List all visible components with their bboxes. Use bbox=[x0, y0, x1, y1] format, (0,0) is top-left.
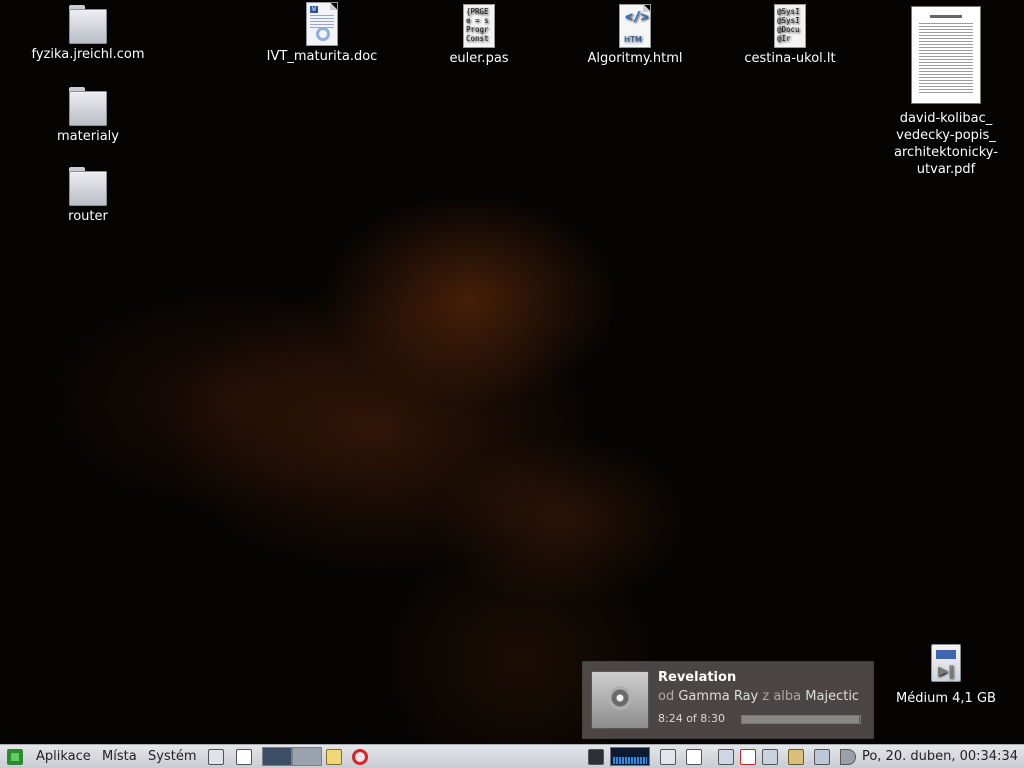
track-progress-bar bbox=[741, 715, 861, 724]
music-notification[interactable]: Revelation od Gamma Ray z alba Majectic … bbox=[583, 662, 873, 738]
clipboard-icon[interactable] bbox=[718, 749, 734, 765]
screenshot-icon[interactable] bbox=[660, 749, 676, 765]
menu-places[interactable]: Místa bbox=[98, 745, 141, 768]
text-document-icon: @SysI @SysI @Docu @Ir bbox=[774, 4, 806, 48]
artist-name: Gamma Ray bbox=[678, 689, 759, 704]
word-document-icon: W bbox=[306, 2, 338, 46]
pdf-thumbnail-icon bbox=[911, 6, 981, 104]
album-cover-icon bbox=[591, 671, 649, 729]
network-manager-icon[interactable] bbox=[762, 749, 778, 765]
icon-label: Algoritmy.html bbox=[587, 51, 683, 66]
desktop-icon-pdf[interactable]: david-kolibac_ vedecky-popis_ architekto… bbox=[890, 6, 1002, 178]
gnome-foot-icon[interactable] bbox=[7, 749, 23, 765]
menu-applications[interactable]: Aplikace bbox=[32, 745, 95, 768]
text-editor-icon[interactable] bbox=[236, 749, 252, 765]
desktop-icon-euler[interactable]: {PRGE e = s Progr Const euler.pas bbox=[419, 4, 539, 67]
icon-label: materialy bbox=[57, 129, 119, 144]
window-switch-icon[interactable] bbox=[686, 749, 702, 765]
network-connection-icon[interactable] bbox=[814, 749, 830, 765]
menu-system[interactable]: Systém bbox=[144, 745, 200, 768]
folder-icon bbox=[69, 84, 107, 126]
icon-label: cestina-ukol.lt bbox=[744, 51, 836, 66]
track-time: 8:24 of 8:30 bbox=[658, 712, 725, 725]
update-shield-icon[interactable] bbox=[788, 749, 804, 765]
album-name: Majectic bbox=[805, 689, 860, 704]
system-monitor-graph[interactable] bbox=[610, 747, 650, 766]
desktop-icon-materialy[interactable]: materialy bbox=[48, 84, 128, 145]
bottom-panel: Aplikace Místa Systém Po, 20. duben, 00:… bbox=[0, 744, 1024, 768]
desktop-icon-fyzika[interactable]: fyzika.jreichl.com bbox=[28, 2, 148, 63]
terminal-icon[interactable] bbox=[588, 749, 604, 765]
desktop-icon-ivt-maturita[interactable]: W IVT_maturita.doc bbox=[262, 2, 382, 65]
folder-icon bbox=[69, 2, 107, 44]
icon-label: david-kolibac_ vedecky-popis_ architekto… bbox=[894, 111, 998, 177]
track-meta: od Gamma Ray z alba Majectic bbox=[658, 689, 859, 704]
opera-browser-icon[interactable] bbox=[352, 749, 368, 765]
desktop-icon-algoritmy[interactable]: </> HTM Algoritmy.html bbox=[575, 4, 695, 67]
desktop-icon-cestina-ukol[interactable]: @SysI @SysI @Docu @Ir cestina-ukol.lt bbox=[730, 4, 850, 67]
file-preview-text: {PRGE e = s Progr Const bbox=[466, 7, 489, 43]
file-preview-text: @SysI @SysI @Docu @Ir bbox=[777, 7, 800, 43]
checkbox-task-icon[interactable] bbox=[740, 749, 756, 765]
from-label: z alba bbox=[762, 689, 802, 704]
desktop-icon-medium[interactable]: ▶‖ Médium 4,1 GB bbox=[890, 644, 1002, 707]
workspace-2[interactable] bbox=[292, 747, 322, 766]
html-document-icon: </> HTM bbox=[619, 4, 651, 48]
icon-label: router bbox=[68, 209, 108, 224]
text-document-icon: {PRGE e = s Progr Const bbox=[463, 4, 495, 48]
track-title: Revelation bbox=[658, 670, 737, 685]
desktop-icon-router[interactable]: router bbox=[48, 164, 128, 225]
desktop: fyzika.jreichl.com materialy router W IV… bbox=[0, 0, 1024, 744]
icon-label: Médium 4,1 GB bbox=[896, 691, 996, 706]
volume-icon[interactable] bbox=[840, 749, 856, 765]
panel-clock[interactable]: Po, 20. duben, 00:34:34 bbox=[862, 745, 1018, 768]
by-label: od bbox=[658, 689, 675, 704]
optical-drive-icon: ▶‖ bbox=[931, 644, 961, 682]
home-folder-icon[interactable] bbox=[326, 749, 342, 765]
icon-label: IVT_maturita.doc bbox=[266, 49, 378, 64]
workspace-1[interactable] bbox=[262, 747, 292, 766]
file-preview-text: HTM bbox=[624, 35, 642, 44]
icon-label: euler.pas bbox=[449, 51, 509, 66]
icon-label: fyzika.jreichl.com bbox=[31, 47, 145, 62]
trash-icon[interactable] bbox=[208, 749, 224, 765]
folder-icon bbox=[69, 164, 107, 206]
